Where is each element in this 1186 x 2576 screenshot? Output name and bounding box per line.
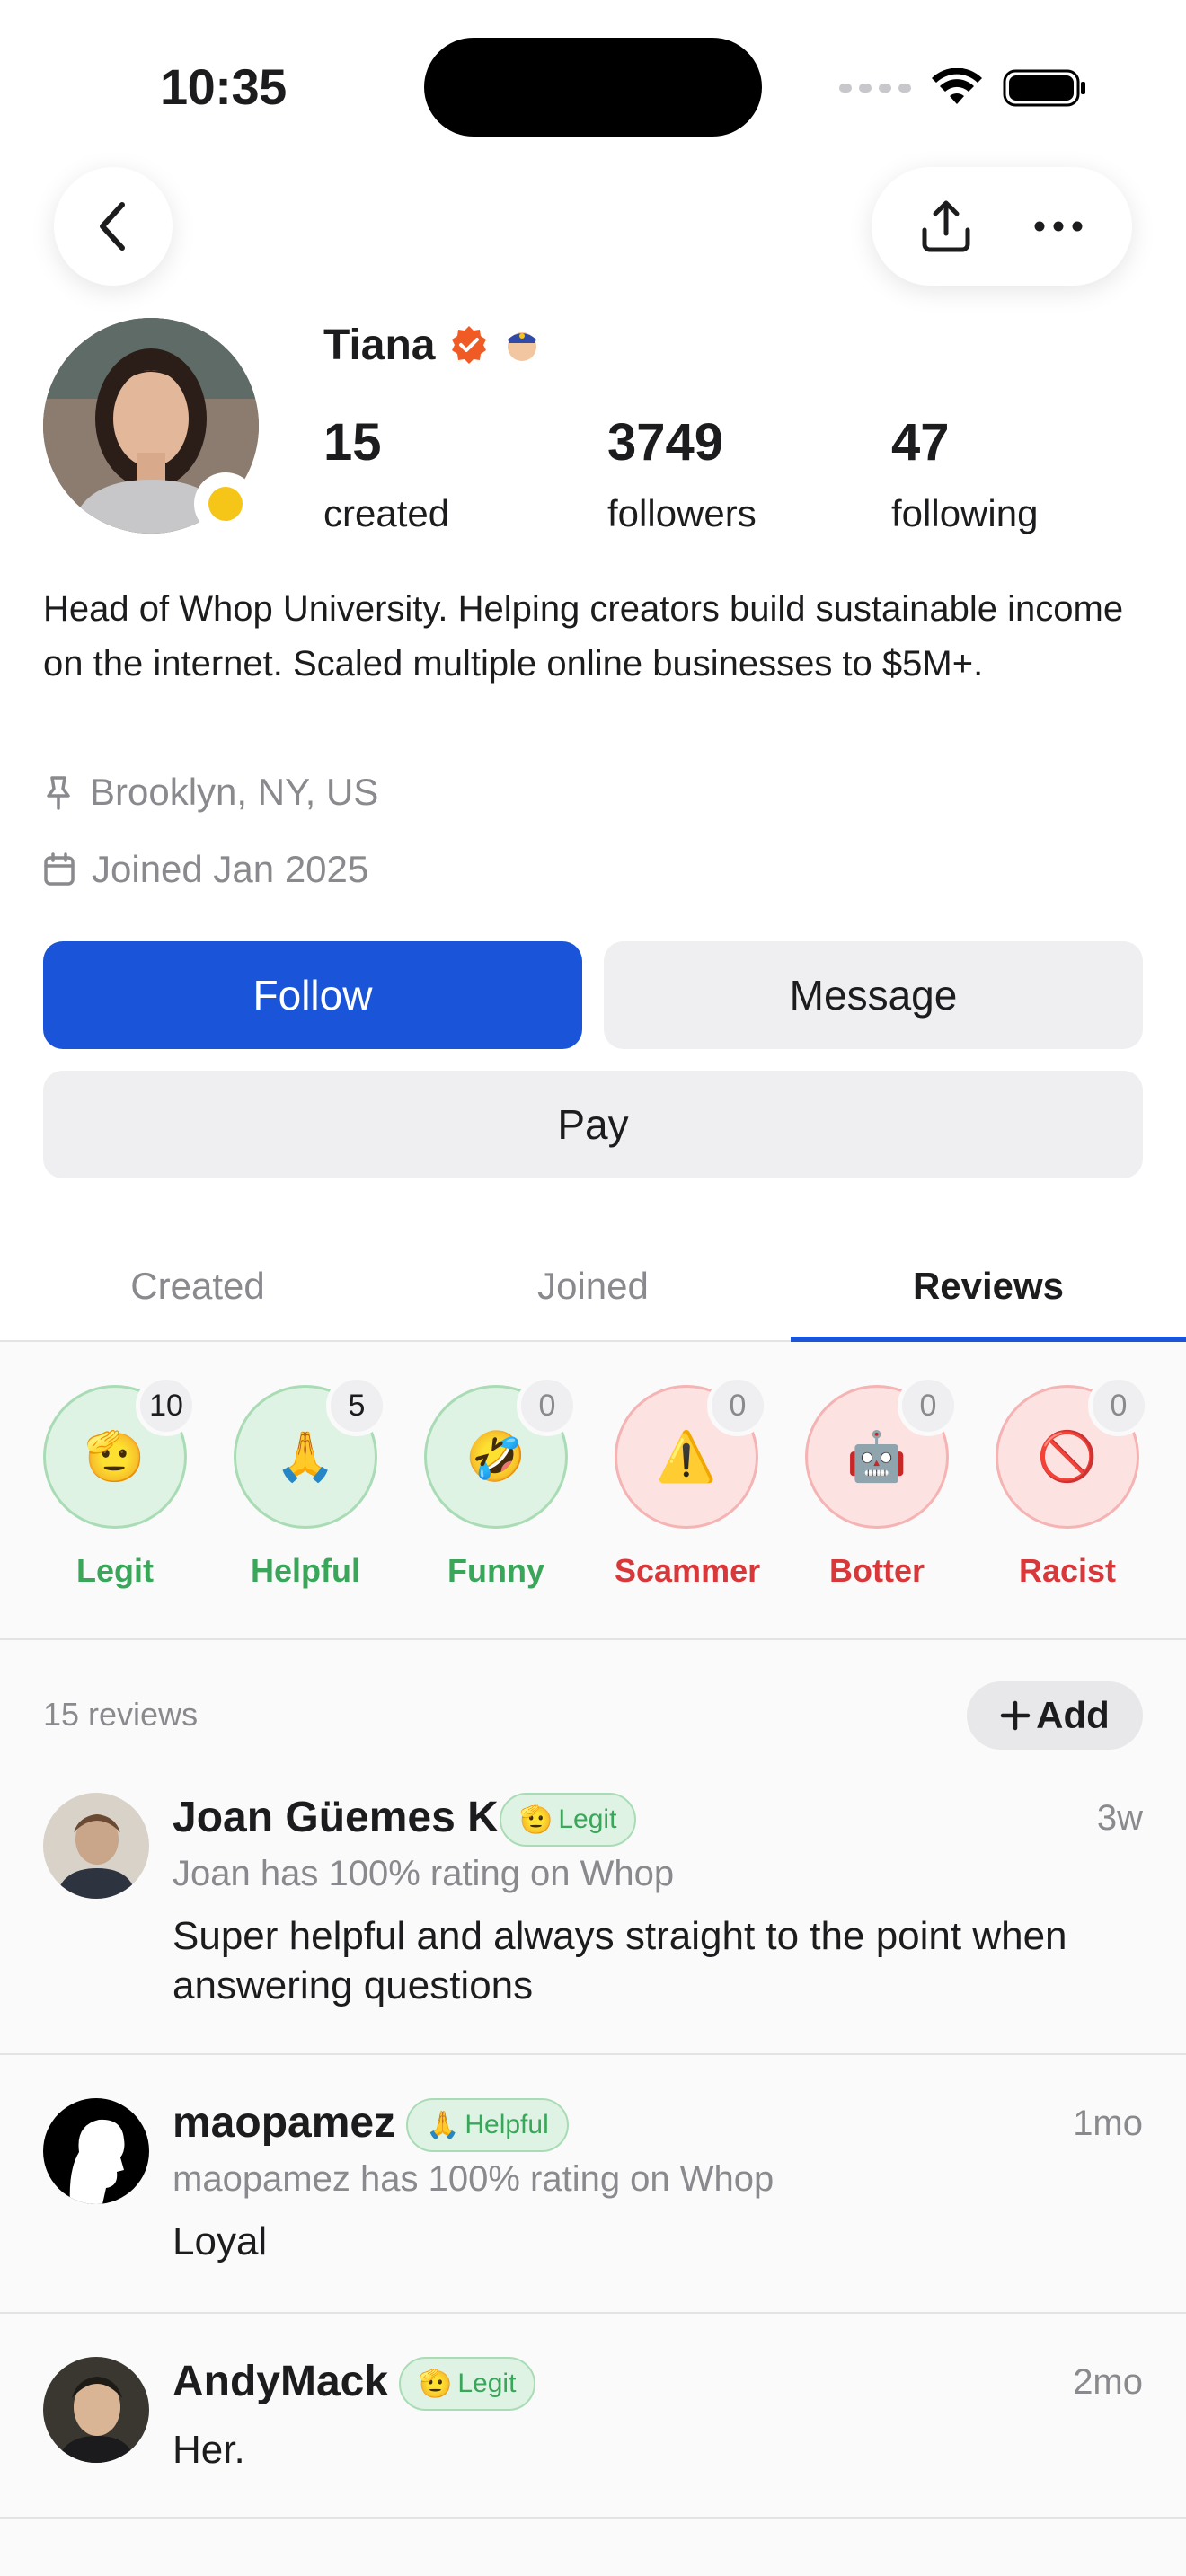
reaction-count: 0: [898, 1375, 959, 1436]
review-author[interactable]: Joan Güemes K: [173, 1793, 499, 1842]
reaction-racist[interactable]: 🚫 0 Racist: [996, 1375, 1149, 1590]
top-actions: [872, 167, 1132, 286]
add-review-label: Add: [1036, 1694, 1110, 1736]
reviews-count: 15 reviews: [43, 1696, 199, 1733]
share-icon: [922, 200, 969, 252]
review-avatar[interactable]: [43, 1793, 149, 1899]
tab-created[interactable]: Created: [0, 1232, 395, 1340]
pin-icon: [47, 776, 70, 810]
reaction-count: 0: [517, 1375, 578, 1436]
status-icons: [839, 63, 1087, 113]
divider: [0, 2517, 1186, 2519]
reaction-label: Racist: [1018, 1552, 1117, 1589]
review-avatar[interactable]: [43, 2098, 149, 2204]
warning-emoji-icon: ⚠️ 0: [615, 1375, 768, 1529]
review-tag-legit: 🫡 Legit: [399, 2357, 536, 2411]
stat-following[interactable]: 47 following: [891, 417, 1038, 535]
stat-followers-value: 3749: [607, 413, 724, 472]
reaction-count: 10: [136, 1375, 197, 1436]
reaction-label: Funny: [447, 1552, 544, 1589]
follow-button[interactable]: Follow: [43, 941, 582, 1049]
stat-following-value: 47: [891, 413, 950, 472]
profile-name: Tiana: [323, 321, 436, 369]
joined-row: Joined Jan 2025: [43, 848, 368, 891]
joined-text: Joined Jan 2025: [92, 848, 369, 890]
back-button[interactable]: [54, 167, 173, 286]
reaction-count: 0: [707, 1375, 768, 1436]
share-button[interactable]: [897, 177, 996, 276]
dynamic-island: [424, 38, 762, 137]
more-button[interactable]: [1009, 177, 1108, 276]
review-author[interactable]: AndyMack: [173, 2357, 388, 2406]
stat-created[interactable]: 15 created: [323, 417, 449, 535]
pray-emoji-icon: 🙏: [426, 2110, 460, 2140]
status-time: 10:35: [160, 58, 287, 115]
salute-emoji-icon: 🫡 10: [43, 1375, 197, 1529]
calendar-icon: [44, 852, 75, 886]
add-review-button[interactable]: Add: [967, 1681, 1143, 1750]
review-time: 2mo: [1073, 2362, 1143, 2402]
review-tag-helpful: 🙏 Helpful: [406, 2098, 569, 2152]
reaction-label: Scammer: [615, 1552, 761, 1589]
salute-emoji-icon: 🫡: [419, 2369, 453, 2399]
profile-tabs: Created Joined Reviews: [0, 1232, 1186, 1342]
laughing-emoji-icon: 🤣 0: [424, 1375, 578, 1529]
status-indicator: [194, 472, 257, 535]
review-tag-legit: 🫡 Legit: [500, 1793, 637, 1847]
prohibited-emoji-icon: 🚫 0: [996, 1375, 1149, 1529]
review-text: Super helpful and always straight to the…: [173, 1914, 1067, 2007]
review-rating-note: maopamez has 100% rating on Whop: [173, 2159, 774, 2199]
tab-reviews[interactable]: Reviews: [791, 1232, 1186, 1342]
review-text: Loyal: [173, 2219, 268, 2263]
reaction-label: Botter: [829, 1552, 925, 1589]
police-badge-icon: [507, 332, 536, 361]
divider: [0, 2053, 1186, 2055]
review-avatar[interactable]: [43, 2357, 149, 2463]
review-author[interactable]: maopamez: [173, 2098, 395, 2148]
plus-icon: [1000, 1700, 1031, 1731]
location-text: Brooklyn, NY, US: [90, 771, 379, 813]
back-icon: [100, 202, 125, 251]
robot-emoji-icon: 🤖 0: [805, 1375, 959, 1529]
reaction-helpful[interactable]: 🙏 5 Helpful: [234, 1375, 387, 1590]
more-icon: [1034, 221, 1082, 232]
reaction-botter[interactable]: 🤖 0 Botter: [805, 1375, 959, 1590]
divider: [0, 1638, 1186, 1640]
cellular-signal-icon: [839, 84, 911, 93]
divider: [0, 2312, 1186, 2314]
location-row: Brooklyn, NY, US: [43, 771, 378, 814]
reaction-funny[interactable]: 🤣 0 Funny: [424, 1375, 578, 1590]
wifi-icon: [932, 68, 982, 104]
stat-followers-label: followers: [607, 492, 757, 534]
profile-name-row: Tiana: [323, 318, 542, 372]
reaction-legit[interactable]: 🫡 10 Legit: [43, 1375, 197, 1590]
pray-emoji-icon: 🙏 5: [234, 1375, 387, 1529]
verified-badge-icon: [451, 326, 486, 364]
stat-created-value: 15: [323, 413, 382, 472]
profile-bio: Head of Whop University. Helping creator…: [43, 589, 1124, 684]
message-button[interactable]: Message: [604, 941, 1143, 1049]
review-time: 3w: [1096, 1798, 1143, 1838]
review-rating-note: Joan has 100% rating on Whop: [173, 1854, 675, 1893]
reaction-scammer[interactable]: ⚠️ 0 Scammer: [615, 1375, 768, 1590]
reaction-label: Helpful: [251, 1552, 360, 1589]
stat-created-label: created: [323, 492, 450, 534]
reaction-count: 0: [1088, 1375, 1149, 1436]
pay-button[interactable]: Pay: [43, 1071, 1143, 1178]
battery-icon: [1003, 69, 1085, 107]
reaction-label: Legit: [76, 1552, 154, 1589]
reaction-count: 5: [326, 1375, 387, 1436]
salute-emoji-icon: 🫡: [519, 1804, 553, 1835]
review-time: 1mo: [1073, 2104, 1143, 2143]
tab-joined[interactable]: Joined: [395, 1232, 791, 1340]
review-text: Her.: [173, 2428, 245, 2472]
stat-following-label: following: [891, 492, 1039, 534]
stat-followers[interactable]: 3749 followers: [607, 417, 757, 535]
